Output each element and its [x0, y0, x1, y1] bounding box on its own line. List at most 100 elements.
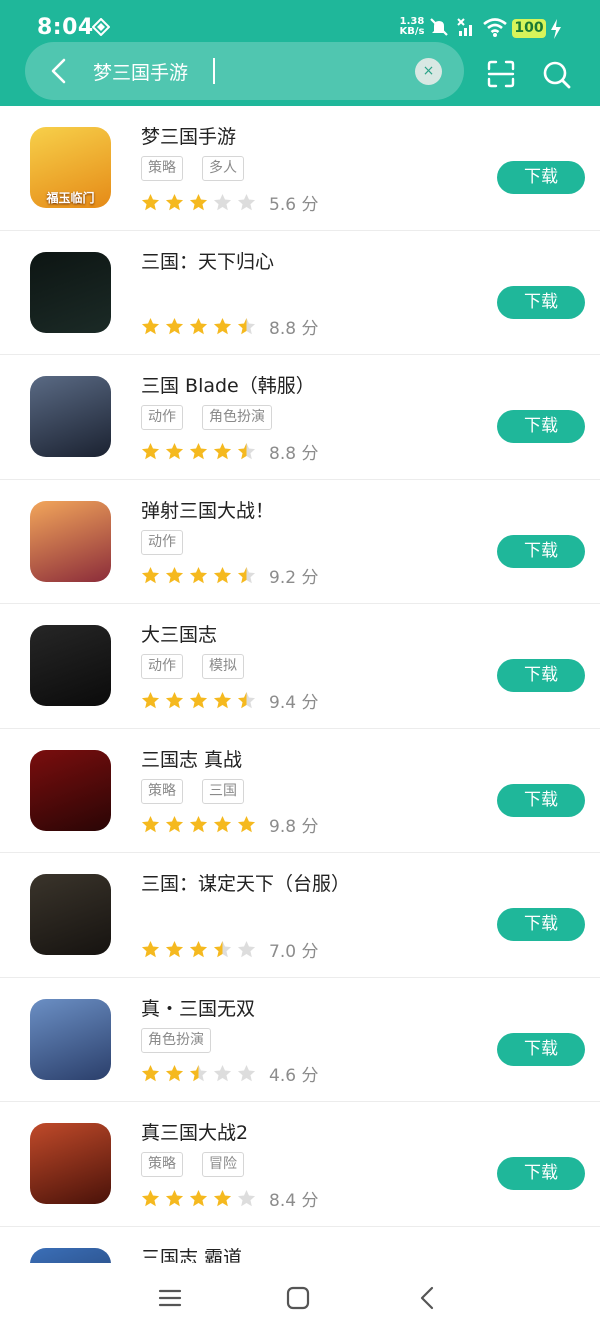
app-tag: 三国 — [202, 778, 244, 804]
battery-indicator: 100 — [512, 19, 546, 38]
app-tag: 角色扮演 — [141, 1027, 211, 1053]
app-rating: 4.6 分 — [141, 1063, 319, 1086]
app-score: 5.6 分 — [269, 194, 319, 215]
app-icon[interactable] — [30, 376, 111, 457]
app-score: 4.6 分 — [269, 1066, 319, 1086]
app-tag: 动作 — [141, 405, 183, 430]
rating-stars — [141, 1064, 261, 1083]
app-title[interactable]: 三国志 霸道 — [141, 1243, 242, 1264]
star-filled-icon — [189, 442, 208, 459]
download-button[interactable]: 下载 — [497, 161, 585, 194]
top-header: 8:04 1.38 KB/s 100 梦三国手游 × — [0, 0, 600, 106]
back-arrow-icon[interactable] — [45, 56, 75, 86]
app-icon[interactable] — [30, 998, 111, 1080]
app-icon[interactable] — [30, 251, 111, 333]
download-button[interactable]: 下载 — [497, 1032, 585, 1066]
app-list-item[interactable]: 三国：天下归心 8.8 分 下载 — [0, 231, 600, 355]
star-empty-icon — [213, 1064, 232, 1082]
star-filled-icon — [213, 815, 232, 833]
app-title[interactable]: 大三国志 — [141, 620, 217, 647]
star-filled-icon — [165, 940, 184, 957]
network-speed: 1.38 KB/s — [399, 16, 425, 37]
app-list-item[interactable]: 三国志 霸道 — [0, 1227, 600, 1264]
app-title[interactable]: 真・三国无双 — [141, 994, 255, 1021]
app-tag: 动作 — [141, 529, 183, 555]
download-button[interactable]: 下载 — [497, 783, 585, 817]
download-button[interactable]: 下载 — [497, 285, 585, 319]
app-tag: 角色扮演 — [202, 405, 272, 430]
star-filled-icon — [141, 317, 160, 335]
app-tag: 策略 — [141, 156, 183, 181]
star-filled-icon — [213, 691, 232, 708]
app-list-item[interactable]: 真・三国无双 角色扮演 4.6 分 下载 — [0, 978, 600, 1102]
app-score: 8.4 分 — [269, 1190, 319, 1211]
star-half-icon — [189, 1064, 208, 1082]
star-filled-icon — [141, 566, 160, 584]
star-filled-icon — [165, 815, 184, 833]
app-title[interactable]: 弹射三国大战！ — [141, 496, 274, 523]
star-filled-icon — [165, 691, 184, 708]
star-filled-icon — [189, 815, 208, 833]
star-empty-icon — [213, 193, 232, 210]
star-filled-icon — [141, 1189, 160, 1206]
star-filled-icon — [165, 317, 184, 335]
app-icon[interactable] — [30, 500, 111, 582]
app-list-item[interactable]: 福玉临门 梦三国手游策略 多人 5.6 分 下载 — [0, 106, 600, 231]
app-tag: 冒险 — [202, 1152, 244, 1177]
app-list-item[interactable]: 大三国志 动作 模拟 9.4 分 下载 — [0, 604, 600, 729]
app-icon[interactable] — [30, 874, 111, 955]
download-button[interactable]: 下载 — [497, 659, 585, 692]
star-empty-icon — [237, 1064, 256, 1082]
home-icon[interactable] — [286, 1286, 310, 1310]
app-title[interactable]: 三国 Blade（韩服） — [141, 371, 315, 398]
clear-search-button[interactable]: × — [415, 58, 442, 85]
app-list-item[interactable]: 三国志 真战 策略 三国 9.8 分 下载 — [0, 729, 600, 853]
download-button[interactable]: 下载 — [497, 908, 585, 941]
app-rating: 8.8 分 — [141, 440, 318, 464]
star-filled-icon — [189, 317, 208, 335]
download-button[interactable]: 下载 — [497, 410, 585, 443]
recent-apps-icon[interactable] — [158, 1287, 182, 1309]
app-icon[interactable] — [30, 1247, 111, 1263]
search-input[interactable] — [93, 56, 413, 86]
app-icon[interactable] — [30, 749, 111, 831]
app-tag: 策略 — [141, 1152, 183, 1177]
app-score: 9.2 分 — [269, 568, 319, 588]
status-bar: 8:04 1.38 KB/s 100 — [0, 0, 600, 44]
app-tags: 角色扮演 — [141, 1027, 230, 1054]
star-empty-icon — [237, 940, 256, 957]
app-list-item[interactable]: 三国 Blade（韩服） 动作 角色扮演 8.8 分 下载 — [0, 355, 600, 480]
app-tag: 多人 — [202, 156, 244, 181]
wifi-icon — [483, 18, 507, 37]
star-filled-icon — [213, 317, 232, 335]
nav-back-icon[interactable] — [418, 1286, 436, 1310]
app-list-item[interactable]: 真三国大战2 策略 冒险 8.4 分 下载 — [0, 1102, 600, 1227]
app-list-item[interactable]: 三国：谋定天下（台服） 7.0 分 下载 — [0, 853, 600, 978]
scan-icon[interactable] — [487, 60, 515, 88]
app-tag: 模拟 — [202, 654, 244, 679]
app-tag: 策略 — [141, 778, 183, 804]
star-filled-icon — [141, 193, 160, 210]
app-title[interactable]: 梦三国手游 — [141, 122, 236, 149]
app-list-item[interactable]: 弹射三国大战！ 动作 9.2 分 下载 — [0, 480, 600, 604]
app-title[interactable]: 三国：谋定天下（台服） — [141, 869, 350, 896]
app-title[interactable]: 三国：天下归心 — [141, 247, 274, 274]
app-icon[interactable]: 福玉临门 — [30, 127, 111, 208]
rating-stars — [141, 193, 261, 212]
star-filled-icon — [189, 691, 208, 708]
app-icon[interactable] — [30, 1123, 111, 1204]
download-button[interactable]: 下载 — [497, 534, 585, 568]
no-signal-icon — [457, 18, 472, 36]
star-filled-icon — [213, 566, 232, 584]
star-filled-icon — [213, 1189, 232, 1206]
app-title[interactable]: 三国志 真战 — [141, 745, 242, 772]
app-score: 7.0 分 — [269, 941, 319, 962]
star-filled-icon — [165, 1189, 184, 1206]
app-title[interactable]: 真三国大战2 — [141, 1118, 248, 1145]
app-tag: 动作 — [141, 654, 183, 679]
star-filled-icon — [165, 566, 184, 584]
search-icon[interactable] — [542, 60, 572, 90]
app-icon[interactable] — [30, 625, 111, 706]
download-button[interactable]: 下载 — [497, 1157, 585, 1190]
app-tags: 策略 三国 — [141, 778, 263, 805]
